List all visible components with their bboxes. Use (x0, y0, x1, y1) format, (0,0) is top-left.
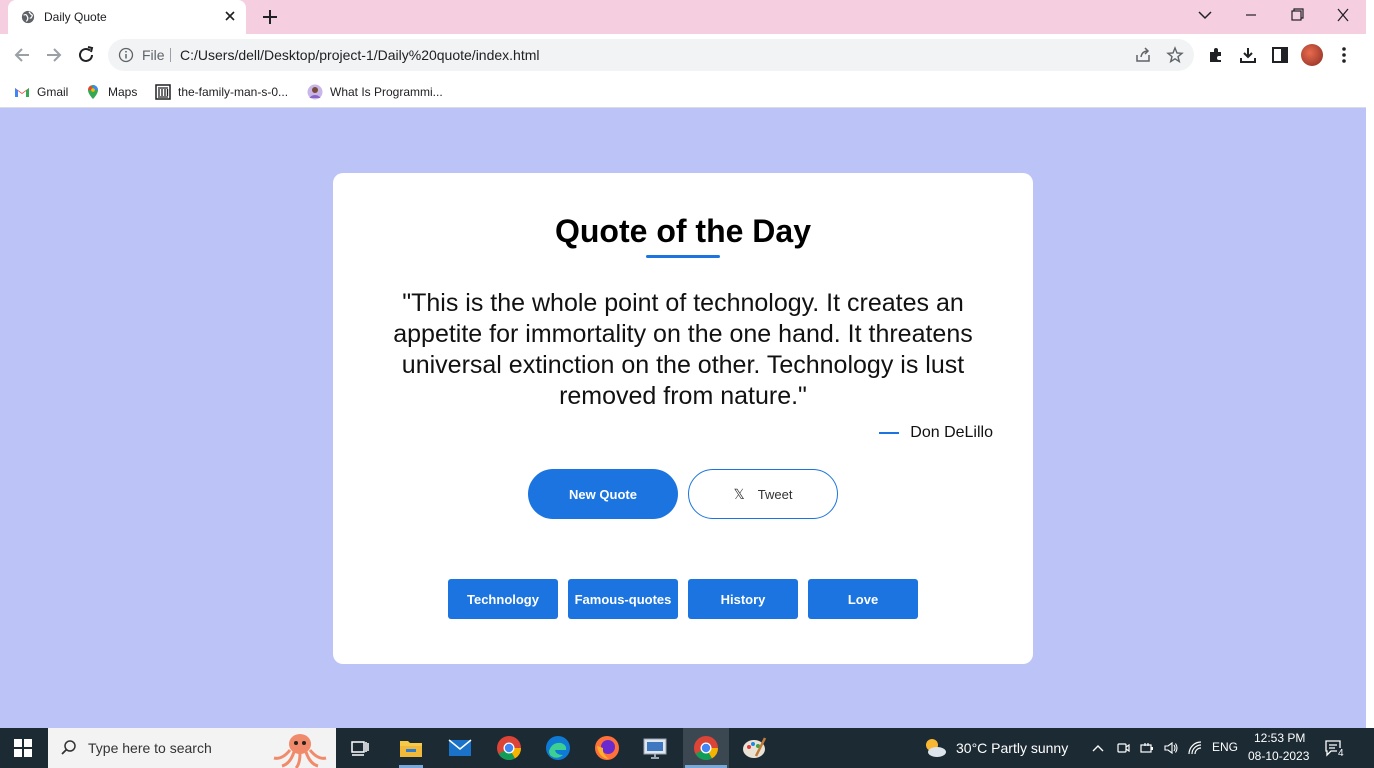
window-edge (1366, 0, 1374, 728)
bookmark-building-icon (155, 84, 171, 100)
search-placeholder: Type here to search (88, 740, 212, 756)
bookmark-programming[interactable]: What Is Programmi... (307, 83, 443, 101)
tab-strip: Daily Quote (0, 0, 1366, 34)
file-scheme-label: File (142, 47, 165, 63)
close-tab-icon[interactable] (222, 8, 238, 24)
quote-author: Don DeLillo (910, 424, 993, 441)
taskbar-search[interactable]: Type here to search (48, 728, 336, 768)
tweet-label: Tweet (757, 486, 793, 502)
language-indicator[interactable]: ENG (1212, 740, 1238, 754)
title-underline (646, 255, 720, 258)
bookmark-avatar-icon (307, 84, 323, 100)
back-icon[interactable] (11, 44, 33, 66)
new-quote-button[interactable]: New Quote (528, 469, 678, 519)
globe-icon (21, 10, 35, 24)
forward-icon[interactable] (43, 44, 65, 66)
tab-title: Daily Quote (44, 10, 107, 24)
windows-start-icon[interactable] (14, 739, 32, 757)
battery-plug-icon[interactable] (1139, 740, 1155, 756)
omnibox-divider (170, 48, 171, 62)
quote-card: Quote of the Day "This is the whole poin… (333, 173, 1033, 664)
bookmark-family-man[interactable]: the-family-man-s-0... (155, 83, 288, 101)
info-icon[interactable] (118, 47, 134, 63)
menu-kebab-icon[interactable] (1334, 45, 1354, 65)
quote-text: "This is the whole point of technology. … (393, 289, 973, 410)
download-icon[interactable] (1238, 45, 1258, 65)
remote-desktop-icon[interactable] (641, 734, 669, 762)
notification-count-badge: 4 (1337, 748, 1345, 759)
reload-icon[interactable] (75, 44, 97, 66)
author-line: Don DeLillo (879, 424, 993, 442)
category-love-button[interactable]: Love (808, 579, 918, 619)
address-bar[interactable]: File C:/Users/dell/Desktop/project-1/Dai… (108, 39, 1194, 71)
chevron-up-icon[interactable] (1090, 740, 1106, 756)
author-dash (879, 432, 900, 434)
page-content: Quote of the Day "This is the whole poin… (0, 108, 1366, 728)
extensions-puzzle-icon[interactable] (1206, 45, 1226, 65)
clock-time[interactable]: 12:53 PM (1254, 731, 1305, 745)
clock-date[interactable]: 08-10-2023 (1248, 749, 1309, 763)
octopus-search-highlight-icon (273, 734, 327, 768)
mail-icon[interactable] (446, 734, 474, 762)
new-tab-icon[interactable] (260, 7, 280, 27)
chrome-icon[interactable] (495, 734, 523, 762)
restore-icon[interactable] (1285, 5, 1309, 25)
close-window-icon[interactable] (1331, 5, 1355, 25)
task-view-icon[interactable] (346, 734, 374, 762)
bookmark-maps[interactable]: Maps (85, 83, 137, 101)
search-icon (61, 740, 76, 755)
side-panel-icon[interactable] (1270, 45, 1290, 65)
bookmarks-bar: Gmail Maps the-family-man-s-0... What Is… (0, 76, 1366, 108)
category-technology-button[interactable]: Technology (448, 579, 558, 619)
weather-text[interactable]: 30°C Partly sunny (956, 740, 1068, 756)
browser-toolbar: File C:/Users/dell/Desktop/project-1/Dai… (0, 34, 1366, 76)
file-explorer-icon[interactable] (397, 734, 425, 762)
bookmark-label: What Is Programmi... (330, 85, 443, 99)
url-text[interactable]: C:/Users/dell/Desktop/project-1/Daily%20… (180, 47, 540, 63)
edge-icon[interactable] (544, 734, 572, 762)
paint-icon[interactable] (740, 734, 768, 762)
maps-icon (88, 85, 98, 99)
tweet-button[interactable]: 𝕏 Tweet (688, 469, 838, 519)
page-title: Quote of the Day (554, 213, 811, 249)
x-logo-icon: 𝕏 (733, 485, 745, 502)
minimize-icon[interactable] (1239, 5, 1263, 25)
bookmark-gmail[interactable]: Gmail (14, 83, 68, 101)
volume-icon[interactable] (1163, 740, 1179, 756)
meet-now-icon[interactable] (1115, 740, 1131, 756)
wifi-icon[interactable] (1187, 740, 1203, 756)
bookmark-label: the-family-man-s-0... (178, 85, 289, 99)
category-history-button[interactable]: History (688, 579, 798, 619)
tab-search-chevron-icon[interactable] (1193, 5, 1217, 25)
bookmark-label: Maps (108, 85, 138, 99)
bookmark-star-icon[interactable] (1166, 46, 1184, 64)
gmail-icon (15, 88, 29, 97)
profile-avatar[interactable] (1301, 44, 1323, 66)
browser-tab[interactable]: Daily Quote (8, 0, 246, 34)
category-famous-quotes-button[interactable]: Famous-quotes (568, 579, 678, 619)
weather-partly-sunny-icon[interactable] (922, 735, 948, 761)
bookmark-label: Gmail (37, 85, 69, 99)
share-icon[interactable] (1134, 46, 1152, 64)
chrome-active-icon[interactable] (692, 734, 720, 762)
firefox-icon[interactable] (593, 734, 621, 762)
taskbar: Type here to search 30°C Partly sunny EN… (0, 728, 1374, 768)
